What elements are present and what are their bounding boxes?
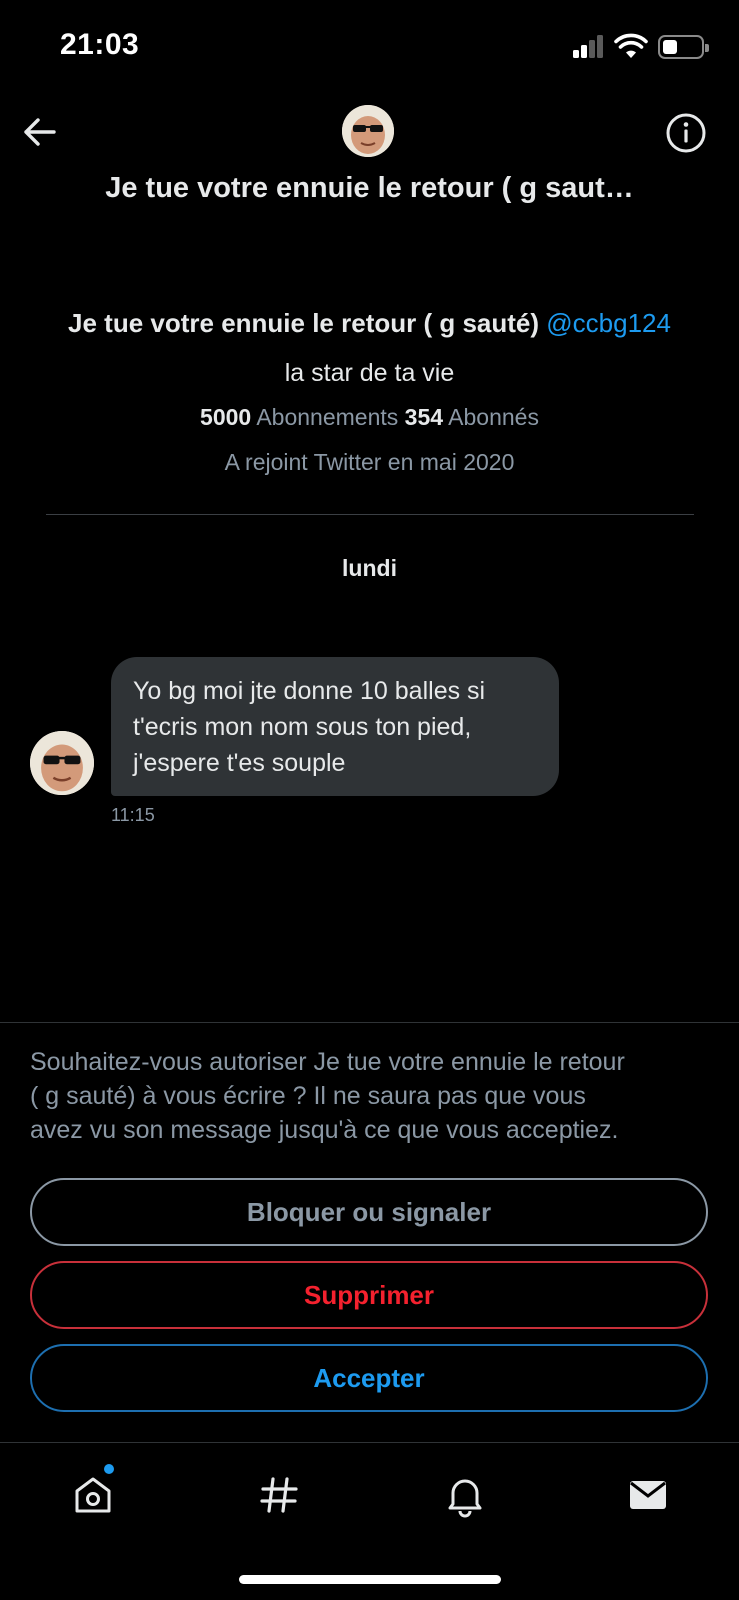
following-count: 5000	[200, 404, 252, 430]
sender-avatar[interactable]	[30, 731, 94, 795]
info-icon[interactable]	[664, 111, 708, 155]
block-or-report-button[interactable]: Bloquer ou signaler	[30, 1178, 708, 1246]
conversation-title: Je tue votre ennuie le retour ( g saut…	[105, 172, 634, 204]
joined-date: A rejoint Twitter en mai 2020	[224, 449, 515, 475]
new-content-dot	[104, 1464, 114, 1474]
status-bar: 21:03	[0, 0, 739, 95]
request-prompt-line: avez vu son message jusqu'à ce que vous …	[30, 1116, 619, 1144]
profile-divider	[46, 514, 694, 515]
home-icon[interactable]	[69, 1471, 117, 1519]
followers-label: Abonnés	[448, 404, 539, 430]
profile-handle[interactable]: @ccbg124	[546, 308, 671, 338]
message-text-line: j'espere t'es souple	[133, 749, 346, 777]
messages-envelope-icon[interactable]	[624, 1471, 672, 1519]
request-prompt-line: ( g sauté) à vous écrire ? Il ne saura p…	[30, 1082, 586, 1110]
profile-counts: 5000 Abonnements 354 Abonnés	[0, 404, 739, 431]
day-separator: lundi	[342, 555, 397, 581]
notifications-bell-icon[interactable]	[441, 1471, 489, 1519]
following-label: Abonnements	[256, 404, 399, 430]
header-avatar[interactable]	[342, 105, 394, 157]
request-divider	[0, 1022, 739, 1023]
request-prompt-line: Souhaitez-vous autoriser Je tue votre en…	[30, 1048, 625, 1076]
home-indicator	[239, 1575, 501, 1584]
request-prompt: Souhaitez-vous autoriser Je tue votre en…	[30, 1045, 720, 1147]
message-text-line: t'ecris mon nom sous ton pied,	[133, 713, 472, 741]
profile-name: Je tue votre ennuie le retour ( g sauté)	[68, 308, 540, 338]
wifi-icon	[614, 33, 648, 58]
message-bubble[interactable]: Yo bg moi jte donne 10 balles si t'ecris…	[111, 657, 559, 796]
avatar-image	[30, 731, 94, 795]
profile-bio: la star de ta vie	[284, 359, 455, 387]
profile-name-line: Je tue votre ennuie le retour ( g sauté)…	[0, 308, 739, 339]
back-arrow-icon[interactable]	[20, 112, 60, 152]
message-text-line: Yo bg moi jte donne 10 balles si	[133, 677, 486, 705]
followers-count: 354	[404, 404, 444, 430]
profile-summary[interactable]: Je tue votre ennuie le retour ( g sauté)…	[0, 308, 739, 476]
accept-button[interactable]: Accepter	[30, 1344, 708, 1412]
cellular-signal-icon	[573, 34, 605, 58]
message-timestamp: 11:15	[111, 805, 155, 825]
status-time: 21:03	[60, 28, 140, 61]
avatar-image	[342, 105, 394, 157]
explore-hashtag-icon[interactable]	[255, 1471, 303, 1519]
delete-button[interactable]: Supprimer	[30, 1261, 708, 1329]
battery-icon	[658, 35, 709, 59]
